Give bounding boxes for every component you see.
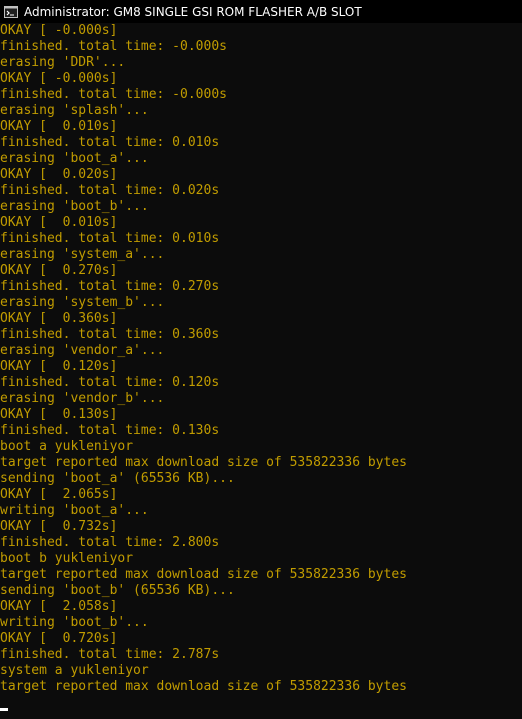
console-line: finished. total time: 0.130s — [0, 423, 220, 438]
console-output[interactable]: OKAY [ -0.000s] finished. total time: -0.… — [0, 23, 522, 707]
console-line: OKAY [ 0.010s] — [0, 215, 118, 230]
console-line: erasing 'vendor_b'... — [0, 391, 165, 406]
console-line: erasing 'system_a'... — [0, 247, 165, 262]
console-line: finished. total time: 0.120s — [0, 375, 220, 390]
window-title: Administrator: GM8 SINGLE GSI ROM FLASHE… — [24, 4, 362, 19]
console-line: erasing 'boot_a'... — [0, 151, 149, 166]
console-line: OKAY [ 0.720s] — [0, 631, 118, 646]
console-line: erasing 'splash'... — [0, 103, 149, 118]
console-line: target reported max download size of 535… — [0, 567, 407, 582]
console-line: boot a yukleniyor — [0, 439, 134, 454]
console-line: OKAY [ 0.010s] — [0, 119, 118, 134]
console-line: writing 'boot_b'... — [0, 615, 149, 630]
console-line: OKAY [ 0.732s] — [0, 519, 118, 534]
cmd-icon — [4, 5, 18, 19]
console-line: OKAY [ 0.270s] — [0, 263, 118, 278]
console-line: target reported max download size of 535… — [0, 679, 407, 694]
console-line: finished. total time: -0.000s — [0, 87, 227, 102]
text-cursor — [0, 708, 8, 711]
console-line: erasing 'vendor_a'... — [0, 343, 165, 358]
console-line: finished. total time: -0.000s — [0, 39, 227, 54]
title-bar[interactable]: Administrator: GM8 SINGLE GSI ROM FLASHE… — [0, 0, 522, 23]
console-line: finished. total time: 0.360s — [0, 327, 220, 342]
console-line: OKAY [ -0.000s] — [0, 71, 118, 86]
console-line: finished. total time: 0.010s — [0, 231, 220, 246]
console-line: system a yukleniyor — [0, 663, 149, 678]
console-line: finished. total time: 0.010s — [0, 135, 220, 150]
console-line: erasing 'system_b'... — [0, 295, 165, 310]
console-line: OKAY [ 0.120s] — [0, 359, 118, 374]
console-line: boot b yukleniyor — [0, 551, 134, 566]
console-line: OKAY [ 2.065s] — [0, 487, 118, 502]
console-line: finished. total time: 2.800s — [0, 535, 220, 550]
console-line: OKAY [ -0.000s] — [0, 23, 118, 38]
console-line: erasing 'DDR'... — [0, 55, 126, 70]
console-line: OKAY [ 0.130s] — [0, 407, 118, 422]
console-line: OKAY [ 0.360s] — [0, 311, 118, 326]
console-line: finished. total time: 0.020s — [0, 183, 220, 198]
console-line: sending 'boot_b' (65536 KB)... — [0, 583, 235, 598]
console-line: target reported max download size of 535… — [0, 455, 407, 470]
console-line: OKAY [ 0.020s] — [0, 167, 118, 182]
console-window: Administrator: GM8 SINGLE GSI ROM FLASHE… — [0, 0, 522, 719]
console-line: OKAY [ 2.058s] — [0, 599, 118, 614]
console-line: sending 'boot_a' (65536 KB)... — [0, 471, 235, 486]
console-line: erasing 'boot_b'... — [0, 199, 149, 214]
console-line: writing 'boot_a'... — [0, 503, 149, 518]
console-line: finished. total time: 0.270s — [0, 279, 220, 294]
console-line: finished. total time: 2.787s — [0, 647, 220, 662]
